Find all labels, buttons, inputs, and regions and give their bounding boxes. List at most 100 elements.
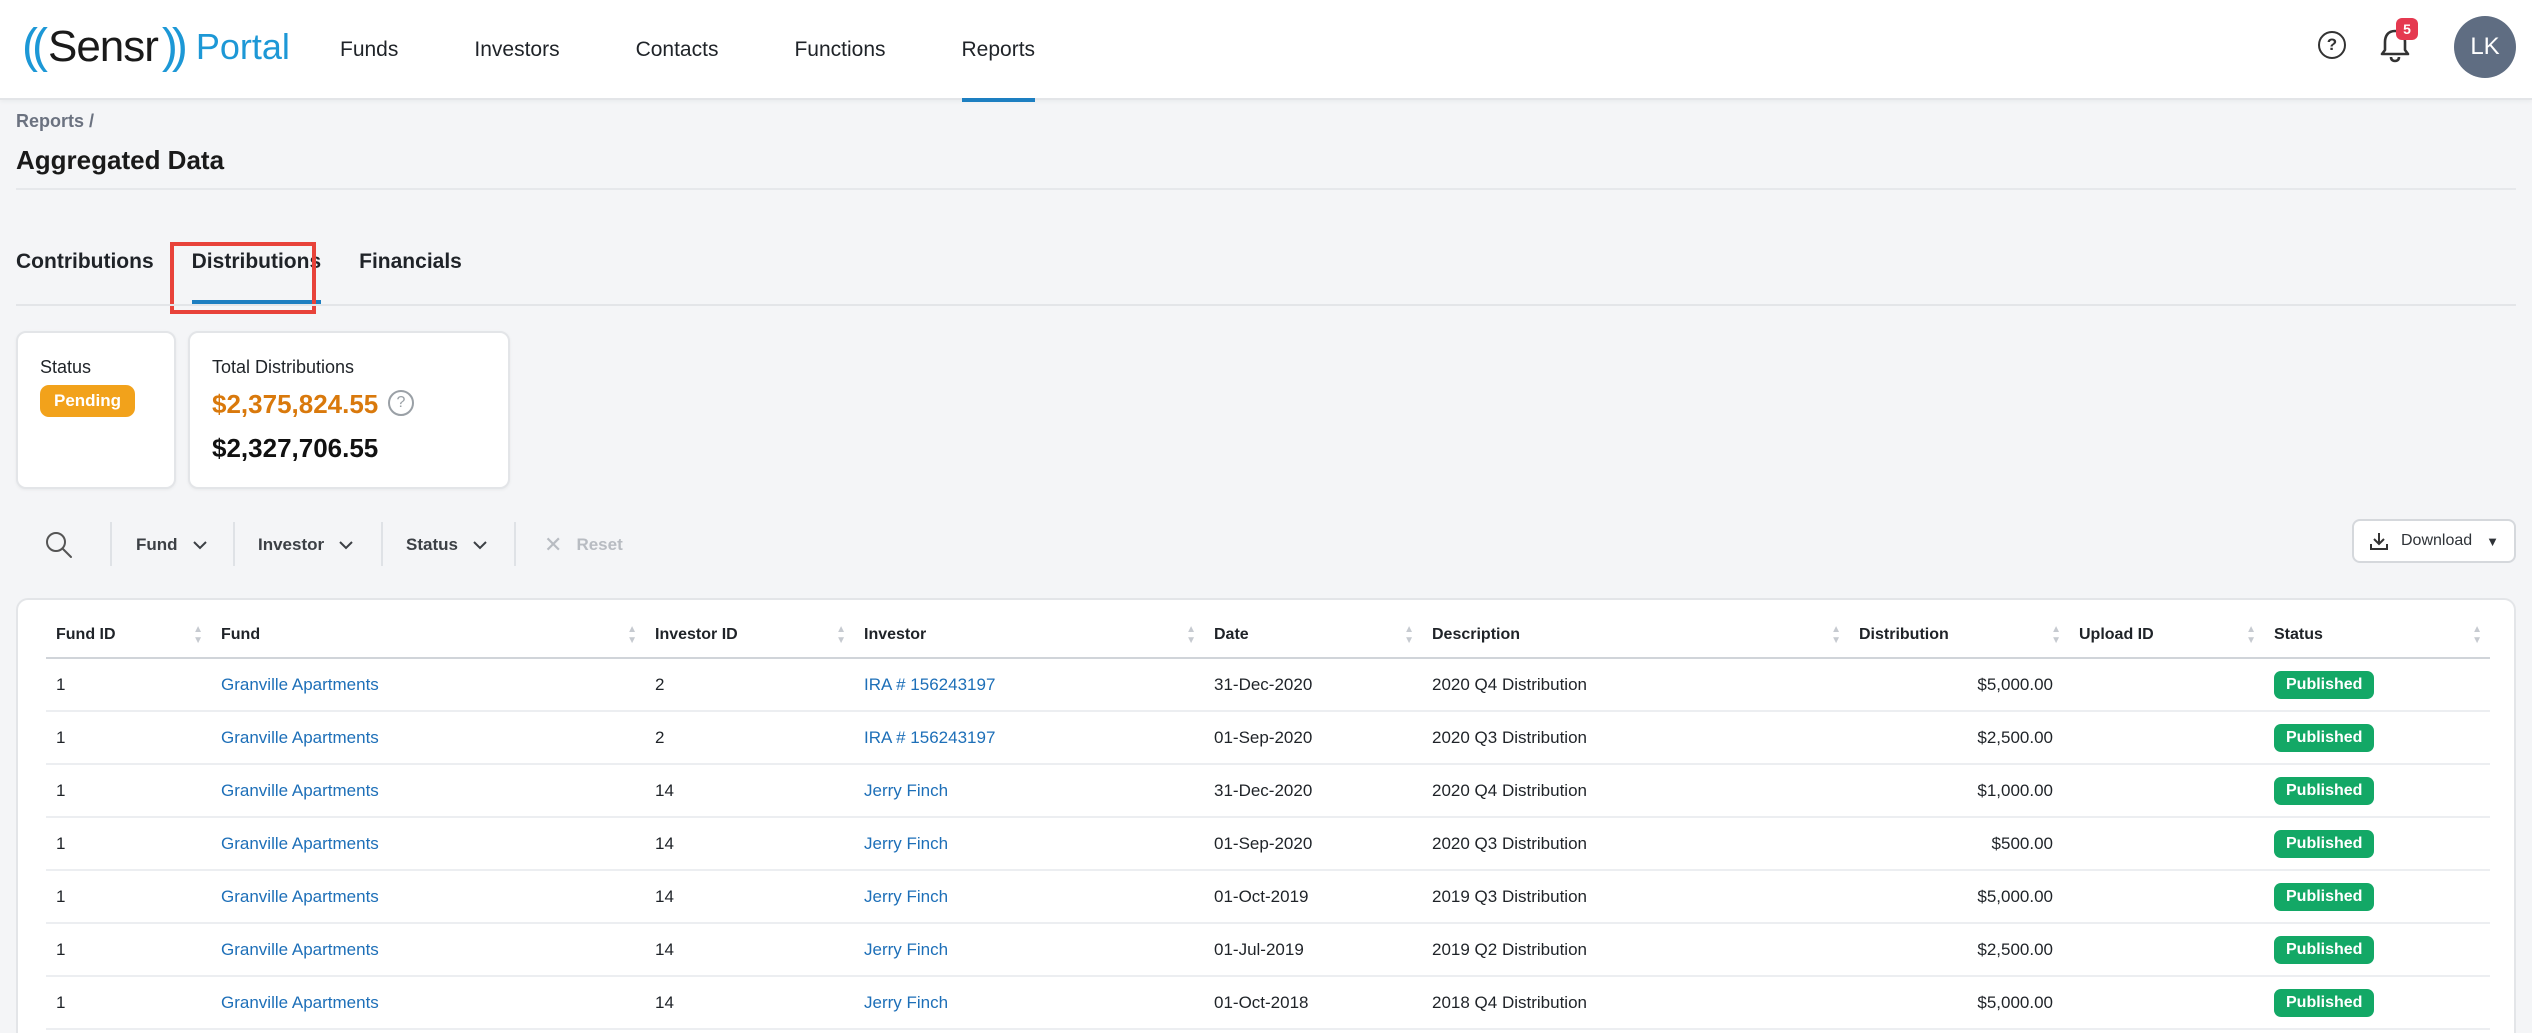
fund-link[interactable]: Granville Apartments xyxy=(211,870,645,924)
logo-left-paren: (( xyxy=(22,20,48,73)
date-cell: 31-Dec-2020 xyxy=(1204,658,1422,712)
investor-id-cell: 14 xyxy=(645,976,854,1030)
avatar[interactable]: LK xyxy=(2454,16,2516,78)
published-badge: Published xyxy=(2274,776,2375,805)
tab-contributions[interactable]: Contributions xyxy=(16,250,154,306)
nav-funds[interactable]: Funds xyxy=(340,0,398,100)
header-divider xyxy=(16,188,2516,190)
investor-filter-label: Investor xyxy=(258,535,325,554)
distribution-cell: $5,000.00 xyxy=(1849,976,2069,1030)
fund-id-cell: 1 xyxy=(46,817,211,871)
investor-link[interactable]: Jerry Finch xyxy=(854,976,1204,1030)
main-nav: Funds Investors Contacts Functions Repor… xyxy=(340,0,1111,102)
distribution-cell: $5,000.00 xyxy=(1849,870,2069,924)
table-row[interactable]: 1 Granville Apartments 2 IRA # 156243197 01-… xyxy=(46,711,2490,765)
sort-icon: ▲ ▼ xyxy=(2051,624,2061,646)
fund-link[interactable]: Granville Apartments xyxy=(211,976,645,1030)
investor-link[interactable]: Jerry Finch xyxy=(854,870,1204,924)
investor-id-cell: 14 xyxy=(645,817,854,871)
column-header-investor-id[interactable]: Investor ID ▲ ▼ xyxy=(645,612,854,659)
investor-link[interactable]: Jerry Finch xyxy=(854,817,1204,871)
total-distributions-label: Total Distributions xyxy=(212,357,355,377)
status-cell: Published xyxy=(2264,711,2490,765)
column-header-fund[interactable]: Fund ▲ ▼ xyxy=(211,612,645,659)
status-card-label: Status xyxy=(40,357,92,377)
sort-icon: ▲ ▼ xyxy=(1404,624,1414,646)
investor-link[interactable]: Jerry Finch xyxy=(854,923,1204,977)
investor-filter[interactable]: Investor xyxy=(258,530,354,560)
status-cell: Published xyxy=(2264,658,2490,712)
investor-id-cell: 14 xyxy=(645,764,854,818)
distribution-cell: $500.00 xyxy=(1849,817,2069,871)
status-filter-label: Status xyxy=(406,535,458,554)
column-header-investor[interactable]: Investor ▲ ▼ xyxy=(854,612,1204,659)
download-button[interactable]: Download ▼ xyxy=(2352,519,2516,563)
tab-financials[interactable]: Financials xyxy=(359,250,462,306)
search-icon[interactable] xyxy=(44,530,74,560)
description-cell: 2018 Q4 Distribution xyxy=(1422,976,1849,1030)
upload-id-cell xyxy=(2069,817,2264,871)
table-row[interactable]: 1 Granville Apartments 14 Jerry Finch 01-Oct… xyxy=(46,870,2490,924)
column-header-fund-id[interactable]: Fund ID ▲ ▼ xyxy=(46,612,211,659)
upload-id-cell xyxy=(2069,976,2264,1030)
nav-functions[interactable]: Functions xyxy=(794,0,885,100)
logo-product: Portal xyxy=(195,26,290,67)
close-icon: ✕ xyxy=(544,532,563,557)
filter-separator xyxy=(381,522,383,566)
table-row[interactable]: 1 Granville Apartments 14 Jerry Finch 01-Oct… xyxy=(46,976,2490,1030)
fund-link[interactable]: Granville Apartments xyxy=(211,658,645,712)
upload-id-cell xyxy=(2069,870,2264,924)
fund-link[interactable]: Granville Apartments xyxy=(211,923,645,977)
page-title: Aggregated Data xyxy=(16,145,225,175)
date-cell: 01-Oct-2018 xyxy=(1204,976,1422,1030)
fund-link[interactable]: Granville Apartments xyxy=(211,764,645,818)
published-badge: Published xyxy=(2274,882,2375,911)
table-header-row: Fund ID ▲ ▼ Fund ▲ ▼ Investor ID ▲ ▼ Investor ▲… xyxy=(46,612,2490,659)
nav-contacts[interactable]: Contacts xyxy=(636,0,719,100)
description-cell: 2020 Q4 Distribution xyxy=(1422,658,1849,712)
total-published-value: $2,327,706.55 xyxy=(212,433,379,463)
status-card: Status Pending xyxy=(16,331,176,489)
description-cell: 2019 Q3 Distribution xyxy=(1422,870,1849,924)
status-cell: Published xyxy=(2264,976,2490,1030)
sort-icon: ▲ ▼ xyxy=(627,624,637,646)
fund-id-cell: 1 xyxy=(46,870,211,924)
table-row[interactable]: 1 Granville Apartments 14 Jerry Finch 31-Dec… xyxy=(46,764,2490,818)
status-cell: Published xyxy=(2264,817,2490,871)
filter-separator xyxy=(514,522,516,566)
investor-link[interactable]: IRA # 156243197 xyxy=(854,658,1204,712)
filter-separator xyxy=(233,522,235,566)
investor-link[interactable]: Jerry Finch xyxy=(854,764,1204,818)
column-header-distribution[interactable]: Distribution ▲ ▼ xyxy=(1849,612,2069,659)
upload-id-cell xyxy=(2069,658,2264,712)
breadcrumb[interactable]: Reports / xyxy=(16,111,94,132)
distribution-cell: $2,500.00 xyxy=(1849,923,2069,977)
column-header-upload-id[interactable]: Upload ID ▲ ▼ xyxy=(2069,612,2264,659)
column-header-status[interactable]: Status ▲ ▼ xyxy=(2264,612,2490,659)
tabs-divider xyxy=(16,304,2516,306)
distribution-cell: $2,500.00 xyxy=(1849,711,2069,765)
nav-investors[interactable]: Investors xyxy=(474,0,559,100)
fund-link[interactable]: Granville Apartments xyxy=(211,711,645,765)
help-circle-icon[interactable]: ? xyxy=(2318,31,2346,59)
description-cell: 2020 Q4 Distribution xyxy=(1422,764,1849,818)
column-header-description[interactable]: Description ▲ ▼ xyxy=(1422,612,1849,659)
investor-id-cell: 2 xyxy=(645,658,854,712)
table-row[interactable]: 1 Granville Apartments 14 Jerry Finch 01-Sep… xyxy=(46,817,2490,871)
info-icon[interactable]: ? xyxy=(388,390,414,416)
sensr-portal-logo[interactable]: (( Sensr )) Portal xyxy=(22,16,290,78)
reset-button[interactable]: ✕ Reset xyxy=(544,530,623,560)
investor-link[interactable]: IRA # 156243197 xyxy=(854,711,1204,765)
column-header-date[interactable]: Date ▲ ▼ xyxy=(1204,612,1422,659)
download-label: Download xyxy=(2400,532,2473,549)
nav-reports[interactable]: Reports xyxy=(961,0,1035,102)
fund-link[interactable]: Granville Apartments xyxy=(211,817,645,871)
status-filter[interactable]: Status xyxy=(406,530,488,560)
top-navbar: (( Sensr )) Portal Funds Investors Conta… xyxy=(0,0,2532,102)
fund-filter[interactable]: Fund xyxy=(136,530,208,560)
total-pending-value: $2,375,824.55 xyxy=(212,389,379,419)
table-row[interactable]: 1 Granville Apartments 2 IRA # 156243197 31-… xyxy=(46,658,2490,712)
description-cell: 2020 Q3 Distribution xyxy=(1422,817,1849,871)
chevron-down-icon xyxy=(473,541,487,550)
table-row[interactable]: 1 Granville Apartments 14 Jerry Finch 01-Jul… xyxy=(46,923,2490,977)
